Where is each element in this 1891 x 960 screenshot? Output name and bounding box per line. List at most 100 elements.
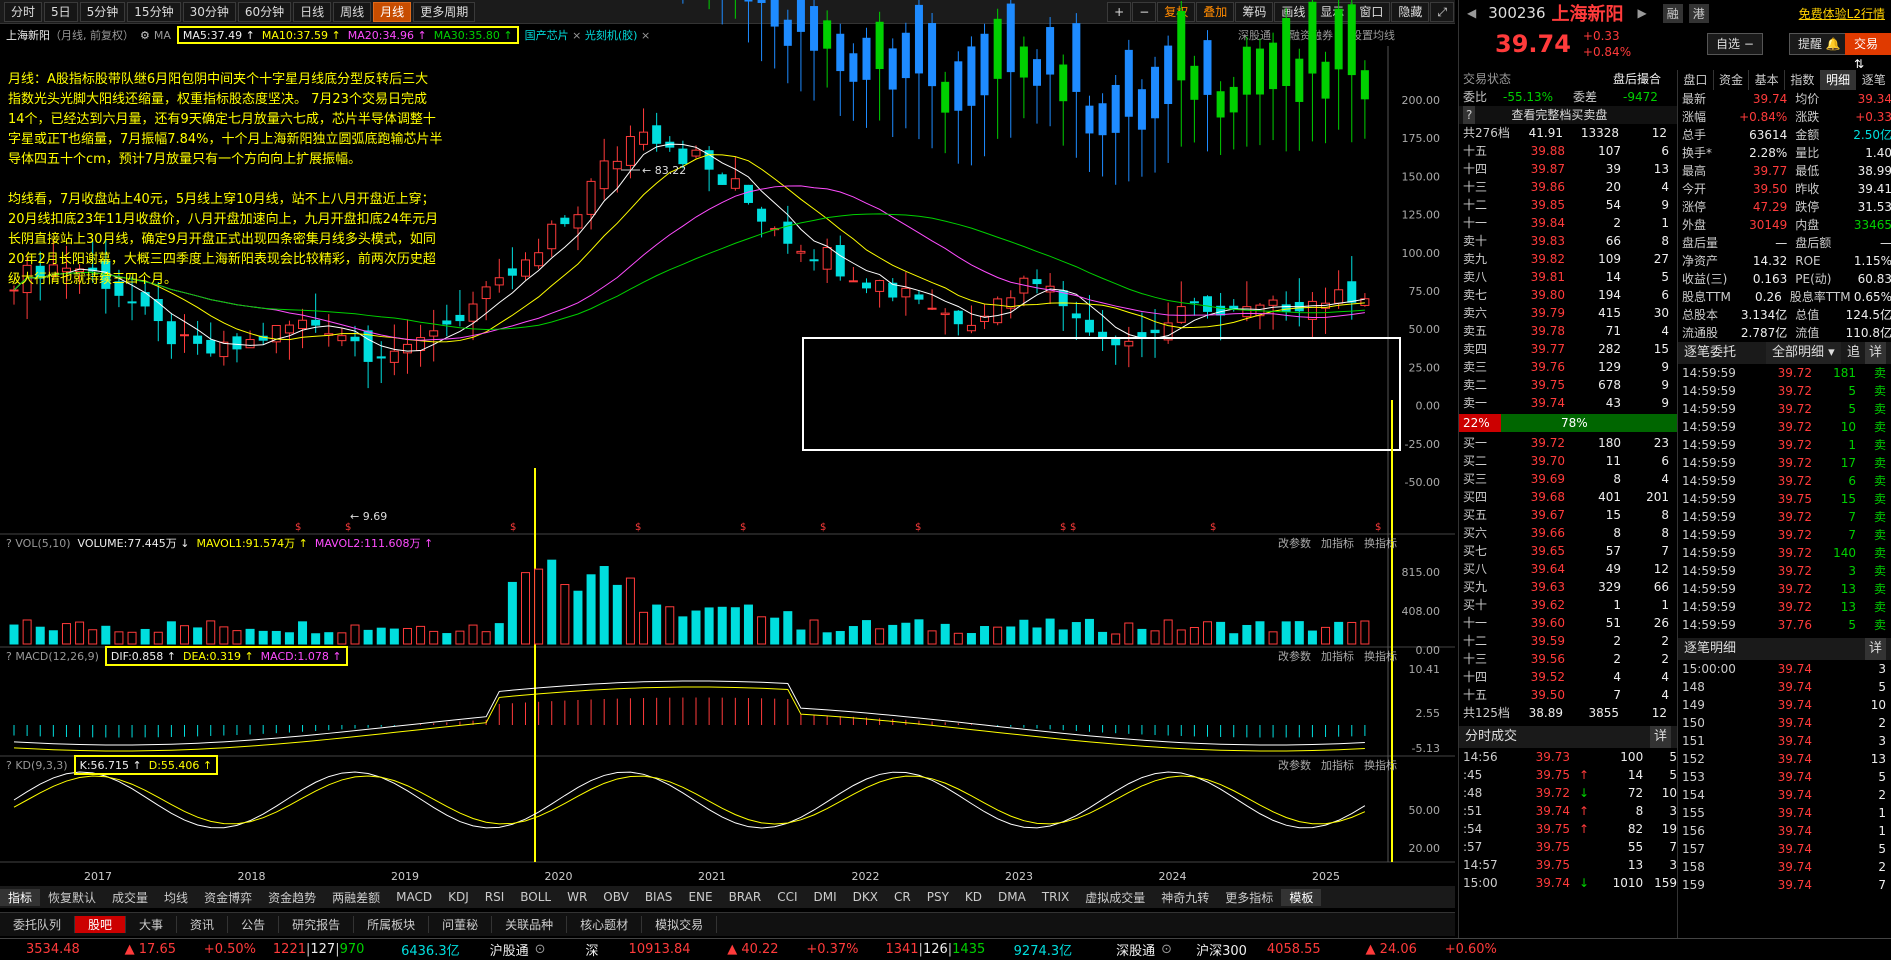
hgt-label[interactable]: 沪股通 (490, 940, 529, 959)
indicator-tab[interactable]: BIAS (637, 890, 681, 904)
info-icon[interactable]: ⊙ (535, 942, 546, 957)
indicator-tab[interactable]: 虚拟成交量 (1077, 889, 1153, 906)
bid-row[interactable]: 买三 39.69 8 4 (1459, 470, 1677, 488)
event-marker[interactable]: $ (1060, 522, 1066, 533)
indicator-tab[interactable]: 两融差额 (324, 889, 388, 906)
bid-row[interactable]: 买八 39.64 49 12 (1459, 560, 1677, 578)
event-marker[interactable]: $ (345, 522, 351, 533)
ask-row[interactable]: 十二 39.85 54 9 (1459, 196, 1677, 214)
ask-row[interactable]: 十一 39.84 2 1 (1459, 214, 1677, 232)
edit-params-link[interactable]: 改参数 (1278, 757, 1311, 773)
indicator-tab[interactable]: 指标 (0, 888, 41, 906)
ask-row[interactable]: 卖五 39.78 71 4 (1459, 322, 1677, 340)
indicator-tab[interactable]: KD (957, 890, 990, 904)
edit-params-link[interactable]: 改参数 (1278, 648, 1311, 664)
side-tab[interactable]: 逐笔 (1856, 70, 1891, 90)
bottom-tab[interactable]: 核心题材 (567, 916, 643, 933)
bid-row[interactable]: 买九 39.63 329 66 (1459, 578, 1677, 596)
vol-help-icon[interactable]: ? (6, 537, 12, 550)
bottom-tab[interactable]: 委托队列 (0, 916, 76, 933)
ask-row[interactable]: 卖一 39.74 43 9 (1459, 394, 1677, 412)
hs300-index[interactable]: 4058.55 (1267, 942, 1337, 957)
event-marker[interactable]: $ (1375, 522, 1381, 533)
add-indicator-link[interactable]: 加指标 (1321, 757, 1354, 773)
bottom-tab[interactable]: 问董秘 (429, 916, 493, 933)
bottom-tab[interactable]: 大事 (126, 916, 178, 933)
bottom-tab[interactable]: 关联品种 (492, 916, 568, 933)
zbwt-select[interactable]: 全部明细 ▾ (1766, 342, 1841, 364)
bottom-tab[interactable]: 所属板块 (354, 916, 430, 933)
ask-row[interactable]: 卖三 39.76 129 9 (1459, 358, 1677, 376)
macd-help-icon[interactable]: ? (6, 650, 12, 663)
ask-row[interactable]: 卖十 39.83 66 8 (1459, 232, 1677, 250)
bid-row[interactable]: 买四 39.68 401 201 (1459, 488, 1677, 506)
indicator-tab[interactable]: ENE (680, 890, 720, 904)
event-marker[interactable]: $ (1210, 522, 1216, 533)
side-tab[interactable]: 资金 (1714, 70, 1750, 90)
bid-row[interactable]: 买五 39.67 15 8 (1459, 506, 1677, 524)
bid-row[interactable]: 买二 39.70 11 6 (1459, 452, 1677, 470)
bid-row[interactable]: 十五 39.50 7 4 (1459, 686, 1677, 704)
kd-help-icon[interactable]: ? (6, 759, 12, 772)
indicator-tab[interactable]: MACD (388, 890, 440, 904)
bottom-tab[interactable]: 模拟交易 (642, 916, 718, 933)
chase-button[interactable]: 追 (1847, 342, 1860, 364)
margin-badge[interactable]: 融 (1662, 3, 1683, 23)
next-stock-icon[interactable]: ▶ (1638, 6, 1647, 20)
indicator-tab[interactable]: 均线 (156, 889, 196, 906)
side-tab[interactable]: 基本 (1749, 70, 1786, 90)
indicator-tab[interactable]: 更多指标 (1217, 889, 1281, 906)
ask-row[interactable]: 卖八 39.81 14 5 (1459, 268, 1677, 286)
indicator-tab[interactable]: OBV (595, 890, 637, 904)
bid-row[interactable]: 十四 39.52 4 4 (1459, 668, 1677, 686)
event-marker[interactable]: $ (635, 522, 641, 533)
bid-row[interactable]: 十二 39.59 2 2 (1459, 632, 1677, 650)
indicator-tab[interactable]: 成交量 (104, 889, 156, 906)
ask-row[interactable]: 十五 39.88 107 6 (1459, 142, 1677, 160)
bid-row[interactable]: 十一 39.60 51 26 (1459, 614, 1677, 632)
indicator-tab[interactable]: RSI (477, 890, 513, 904)
ask-row[interactable]: 十三 39.86 20 4 (1459, 178, 1677, 196)
indicator-tab[interactable]: 恢复默认 (40, 889, 104, 906)
indicator-tab[interactable]: BOLL (512, 890, 559, 904)
info-icon[interactable]: ⊙ (1161, 942, 1172, 957)
event-marker[interactable]: $ (510, 522, 516, 533)
zbmx-detail-button[interactable]: 详 (1864, 638, 1886, 660)
indicator-tab[interactable]: 模板 (1281, 888, 1322, 906)
sh-index[interactable]: 3534.48 (26, 942, 96, 957)
ask-row[interactable]: 卖六 39.79 415 30 (1459, 304, 1677, 322)
indicator-tab[interactable]: DMA (990, 890, 1034, 904)
bid-row[interactable]: 买一 39.72 180 23 (1459, 434, 1677, 452)
indicator-tab[interactable]: 资金博弈 (196, 889, 260, 906)
ask-row[interactable]: 卖九 39.82 109 27 (1459, 250, 1677, 268)
bid-row[interactable]: 买七 39.65 57 7 (1459, 542, 1677, 560)
indicator-tab[interactable]: CCI (769, 890, 805, 904)
side-tab[interactable]: 指数 (1785, 70, 1821, 90)
edit-params-link[interactable]: 改参数 (1278, 535, 1311, 551)
indicator-tab[interactable]: WR (559, 890, 595, 904)
switch-indicator-link[interactable]: 换指标 (1364, 648, 1397, 664)
ask-row[interactable]: 卖四 39.77 282 15 (1459, 340, 1677, 358)
sz-index[interactable]: 10913.84 (629, 942, 709, 957)
alert-button[interactable]: 提醒 🔔 (1789, 33, 1850, 55)
watchlist-button[interactable]: 自选 − (1707, 33, 1763, 55)
event-marker[interactable]: $ (820, 522, 826, 533)
sgt-label[interactable]: 深股通 (1116, 940, 1155, 959)
indicator-tab[interactable]: PSY (919, 890, 957, 904)
event-marker[interactable]: $ (915, 522, 921, 533)
fscj-detail-button[interactable]: 详 (1649, 726, 1671, 748)
full-book-link[interactable]: 查看完整档买卖盘 (1511, 106, 1607, 124)
event-marker[interactable]: $ (295, 522, 301, 533)
indicator-tab[interactable]: DKX (845, 890, 886, 904)
bottom-tab[interactable]: 股吧 (75, 916, 127, 933)
side-tab[interactable]: 盘口 (1678, 70, 1714, 90)
switch-indicator-link[interactable]: 换指标 (1364, 535, 1397, 551)
trade-button[interactable]: 交易 ⇅ (1845, 33, 1891, 71)
bid-row[interactable]: 十三 39.56 2 2 (1459, 650, 1677, 668)
ask-row[interactable]: 卖七 39.80 194 6 (1459, 286, 1677, 304)
prev-stock-icon[interactable]: ◀ (1467, 6, 1476, 20)
indicator-tab[interactable]: 资金趋势 (260, 889, 324, 906)
indicator-tab[interactable]: DMI (806, 890, 845, 904)
bottom-tab[interactable]: 研究报告 (279, 916, 355, 933)
ask-row[interactable]: 十四 39.87 39 13 (1459, 160, 1677, 178)
